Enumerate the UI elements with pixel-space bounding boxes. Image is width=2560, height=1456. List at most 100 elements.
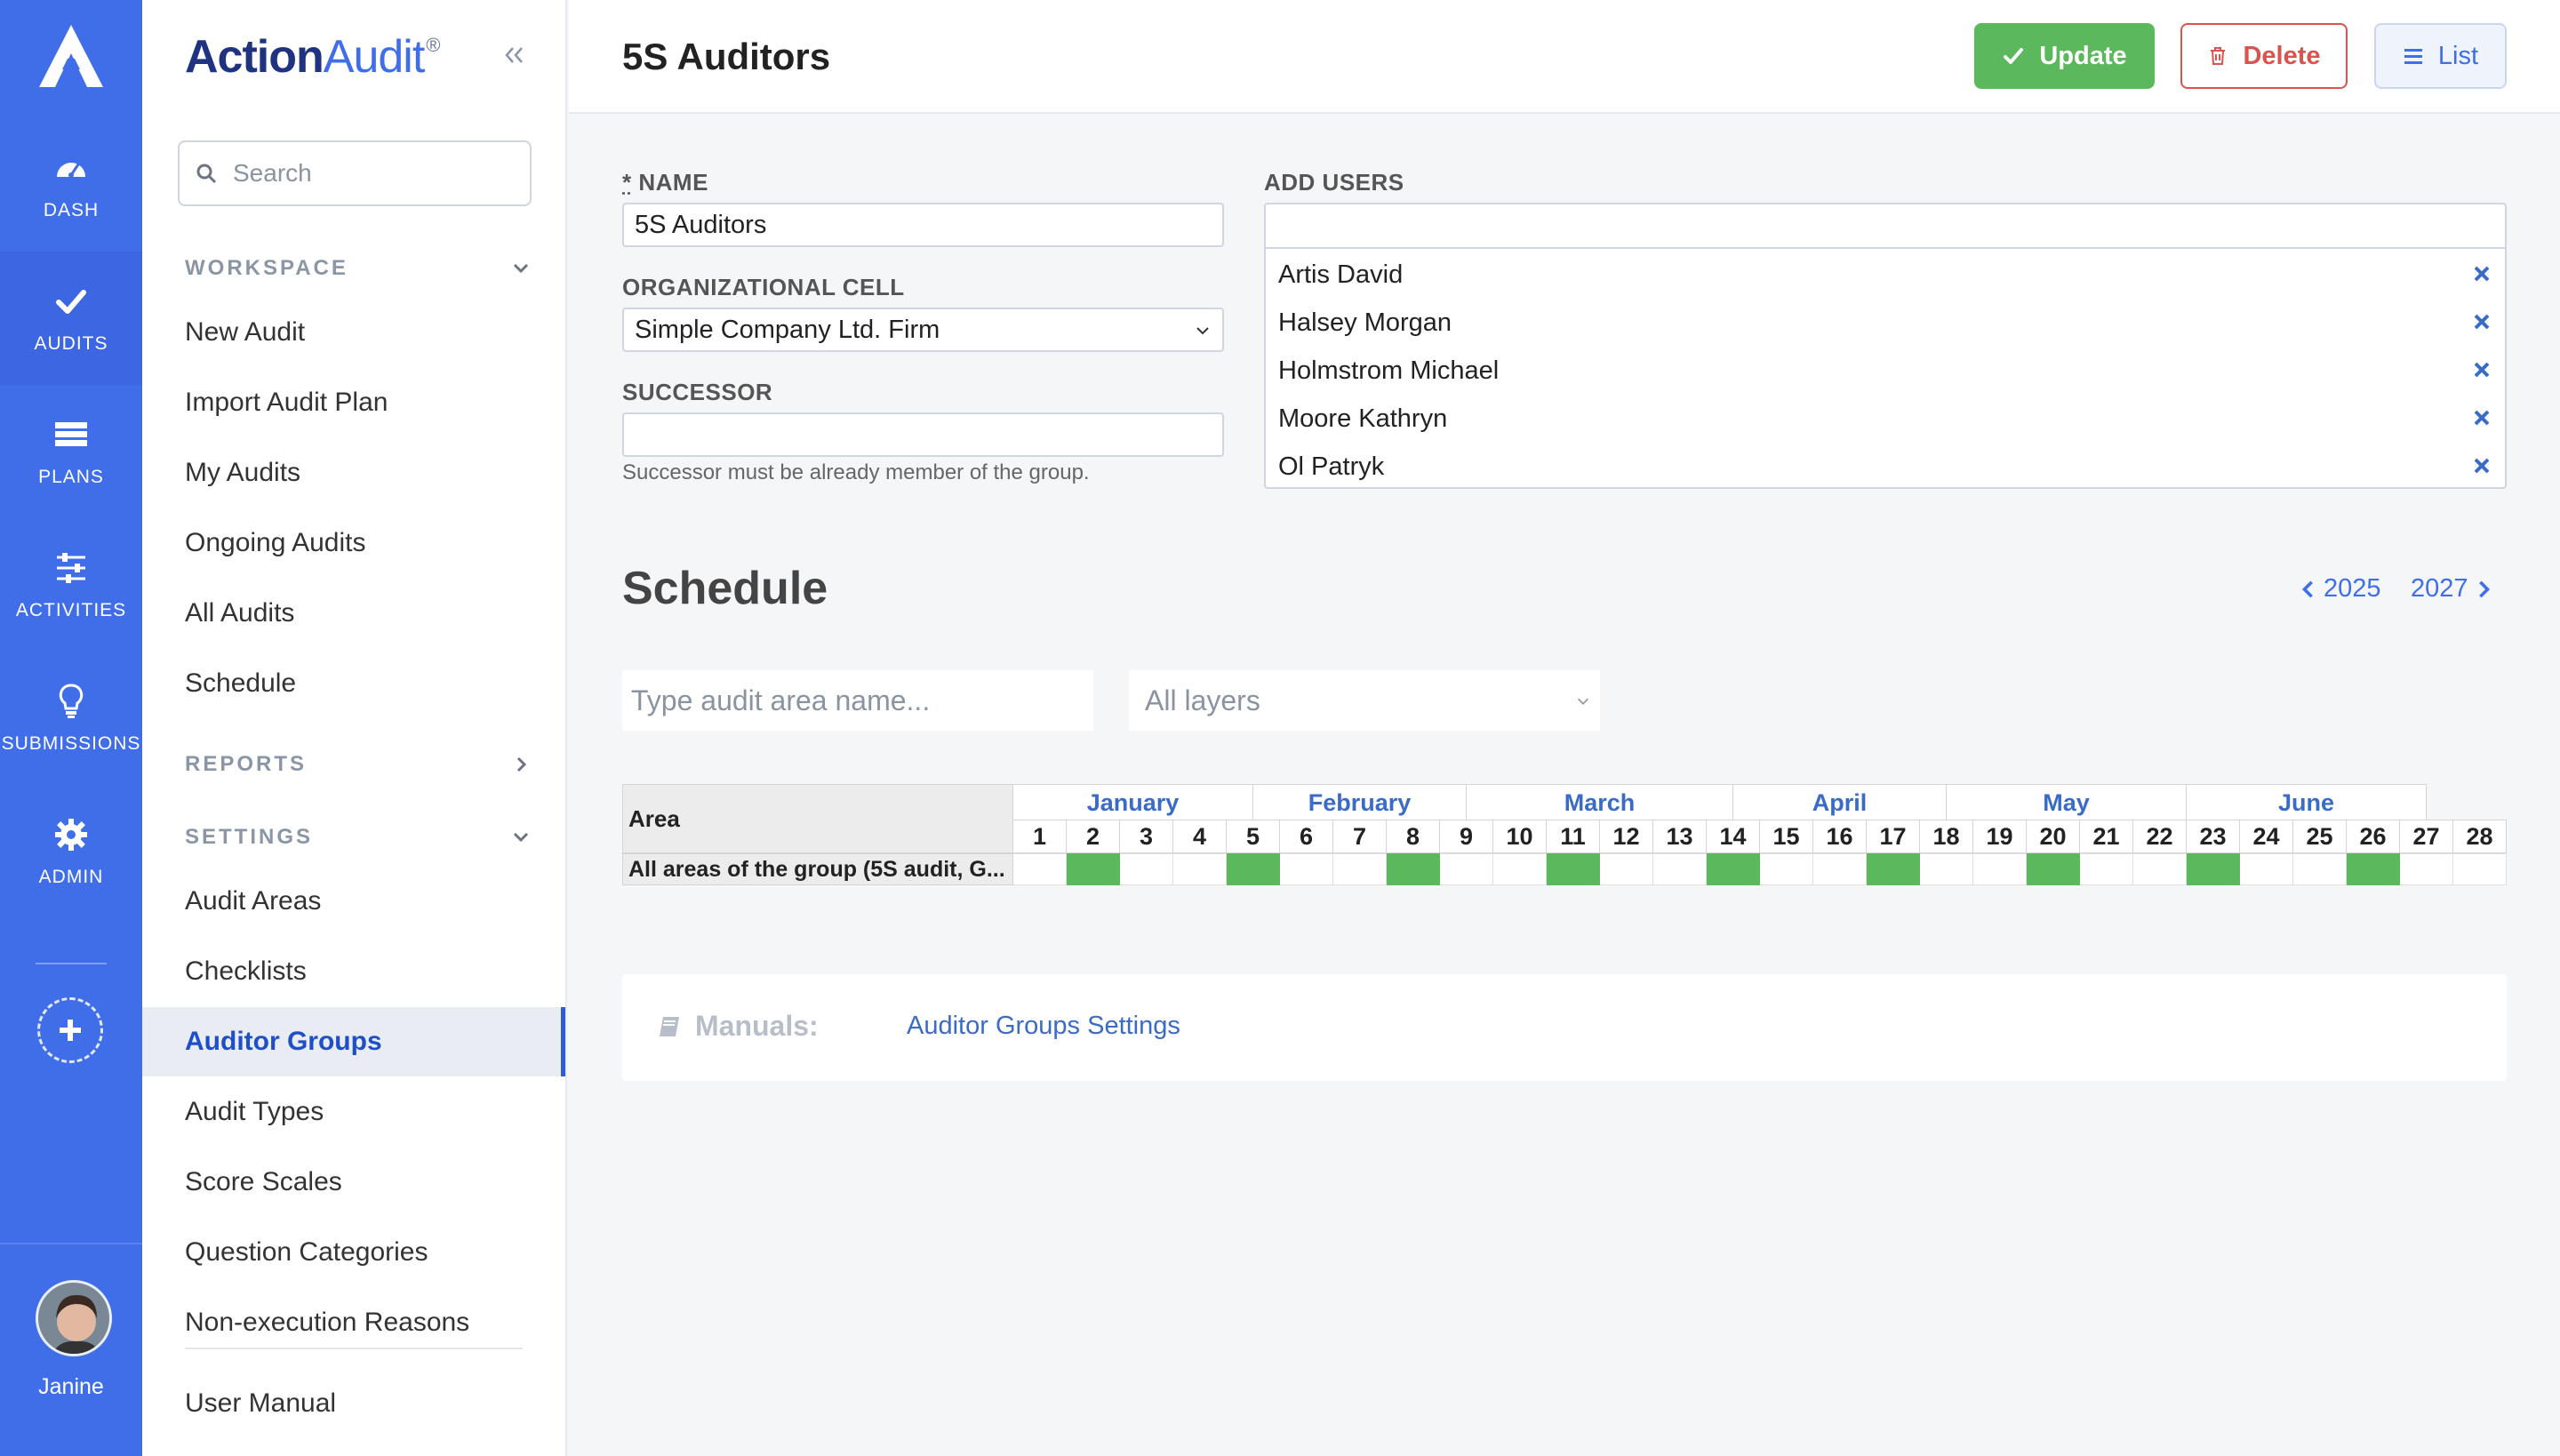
sidebar-item-user-manual[interactable]: User Manual: [142, 1369, 565, 1438]
section-settings-label: SETTINGS: [185, 825, 314, 849]
sidebar-item-all-audits[interactable]: All Audits: [142, 579, 565, 648]
successor-field[interactable]: [622, 412, 1224, 457]
month-header: May: [1947, 784, 2187, 820]
name-label-text: NAME: [638, 169, 708, 196]
remove-user-icon[interactable]: [2471, 359, 2492, 380]
week-header: 13: [1653, 820, 1707, 853]
prev-year-link[interactable]: 2025: [2300, 574, 2381, 604]
name-label: * NAME: [622, 169, 708, 196]
delete-button[interactable]: Delete: [2180, 23, 2348, 89]
page-title: 5S Auditors: [622, 36, 831, 77]
rail-item-audits[interactable]: AUDITS: [0, 252, 142, 385]
schedule-cell[interactable]: [2080, 853, 2133, 885]
book-icon: [660, 1016, 679, 1036]
remove-user-icon[interactable]: [2471, 407, 2492, 428]
list-button[interactable]: List: [2374, 23, 2507, 89]
month-header-row: January February March April May June: [1013, 784, 2507, 820]
delete-label: Delete: [2243, 41, 2321, 70]
schedule-cell[interactable]: [1493, 853, 1547, 885]
layers-value: All layers: [1145, 684, 1260, 716]
dashboard-icon: [57, 163, 85, 178]
name-field[interactable]: [622, 203, 1224, 247]
list-item: Moore Kathryn: [1266, 395, 2505, 443]
week-header: 8: [1387, 820, 1440, 853]
add-shortcut-button[interactable]: [37, 997, 103, 1063]
schedule-cell-scheduled[interactable]: [2347, 853, 2400, 885]
sidebar-item-my-audits[interactable]: My Audits: [142, 438, 565, 508]
sidebar-item-schedule[interactable]: Schedule: [142, 649, 565, 718]
page-header: 5S Auditors Update Delete List: [569, 0, 2560, 114]
update-button[interactable]: Update: [1974, 23, 2155, 89]
schedule-cell[interactable]: [2453, 853, 2507, 885]
schedule-cell-scheduled[interactable]: [1707, 853, 1760, 885]
rail-item-admin[interactable]: ADMIN: [0, 785, 142, 918]
schedule-cell[interactable]: [1013, 853, 1067, 885]
sidebar-item-score-scales[interactable]: Score Scales: [142, 1148, 565, 1217]
rail-item-activities[interactable]: ACTIVITIES: [0, 518, 142, 652]
add-users-input[interactable]: [1266, 204, 2505, 249]
next-year-link[interactable]: 2027: [2411, 574, 2492, 604]
layers-select[interactable]: All layers: [1129, 670, 1600, 731]
sidebar-item-non-execution-reasons[interactable]: Non-execution Reasons: [142, 1288, 565, 1338]
schedule-cell-scheduled[interactable]: [1547, 853, 1600, 885]
schedule-cell-scheduled[interactable]: [2187, 853, 2240, 885]
week-header: 3: [1120, 820, 1173, 853]
sidebar-item-checklists[interactable]: Checklists: [142, 937, 565, 1006]
remove-user-icon[interactable]: [2471, 455, 2492, 476]
rail-item-submissions[interactable]: SUBMISSIONS: [0, 652, 142, 785]
schedule-cell[interactable]: [2293, 853, 2347, 885]
sidebar-item-auditor-groups[interactable]: Auditor Groups: [142, 1007, 565, 1076]
schedule-cell[interactable]: [1600, 853, 1653, 885]
chevron-right-icon: [2478, 580, 2490, 597]
rail-label: SUBMISSIONS: [1, 733, 141, 754]
schedule-cell-scheduled[interactable]: [2027, 853, 2080, 885]
section-settings[interactable]: SETTINGS: [185, 820, 532, 855]
schedule-cell[interactable]: [1653, 853, 1707, 885]
search-input[interactable]: [233, 159, 500, 188]
area-row-label[interactable]: All areas of the group (5S audit, G...: [622, 853, 1013, 885]
schedule-cell-scheduled[interactable]: [1067, 853, 1120, 885]
sidebar-item-audit-areas[interactable]: Audit Areas: [142, 867, 565, 936]
rail-item-dash[interactable]: DASH: [0, 118, 142, 252]
sidebar-item-question-categories[interactable]: Question Categories: [142, 1218, 565, 1287]
schedule-cell[interactable]: [2133, 853, 2187, 885]
brand-logo[interactable]: ActionAudit®: [185, 30, 441, 84]
section-workspace[interactable]: WORKSPACE: [185, 251, 532, 286]
schedule-cell[interactable]: [1173, 853, 1227, 885]
sidebar-item-new-audit[interactable]: New Audit: [142, 298, 565, 367]
schedule-cell[interactable]: [1120, 853, 1173, 885]
brand-registered-mark: ®: [426, 34, 440, 56]
chevron-down-icon: [1196, 327, 1209, 335]
schedule-cell-scheduled[interactable]: [1387, 853, 1440, 885]
schedule-cell[interactable]: [1920, 853, 1973, 885]
remove-user-icon[interactable]: [2471, 263, 2492, 284]
schedule-cell[interactable]: [1333, 853, 1387, 885]
schedule-cell[interactable]: [1280, 853, 1333, 885]
remove-user-icon[interactable]: [2471, 311, 2492, 332]
plus-icon: [60, 1020, 81, 1041]
schedule-cell[interactable]: [1760, 853, 1813, 885]
sidebar-item-import-audit-plan[interactable]: Import Audit Plan: [142, 368, 565, 437]
collapse-sidebar-button[interactable]: [498, 39, 530, 71]
sidebar-item-audit-types[interactable]: Audit Types: [142, 1077, 565, 1147]
rail-item-plans[interactable]: PLANS: [0, 385, 142, 518]
app-logo-icon[interactable]: [36, 23, 107, 89]
month-header: January: [1013, 784, 1253, 820]
schedule-cell[interactable]: [1973, 853, 2027, 885]
rail-divider: [36, 963, 107, 964]
rail-label: AUDITS: [34, 333, 108, 354]
schedule-cell-scheduled[interactable]: [1867, 853, 1920, 885]
schedule-cell-scheduled[interactable]: [1227, 853, 1280, 885]
audit-area-filter-input[interactable]: [622, 670, 1093, 731]
list-icon: [2404, 49, 2422, 64]
prev-year-label: 2025: [2324, 574, 2381, 603]
avatar[interactable]: [36, 1280, 112, 1356]
schedule-cell[interactable]: [2400, 853, 2453, 885]
org-cell-select[interactable]: Simple Company Ltd. Firm: [622, 308, 1224, 352]
schedule-cell[interactable]: [1813, 853, 1867, 885]
sidebar-item-ongoing-audits[interactable]: Ongoing Audits: [142, 508, 565, 578]
schedule-cell[interactable]: [1440, 853, 1493, 885]
section-reports[interactable]: REPORTS: [185, 747, 532, 782]
manual-link-auditor-groups-settings[interactable]: Auditor Groups Settings: [907, 1012, 1180, 1041]
schedule-cell[interactable]: [2240, 853, 2293, 885]
